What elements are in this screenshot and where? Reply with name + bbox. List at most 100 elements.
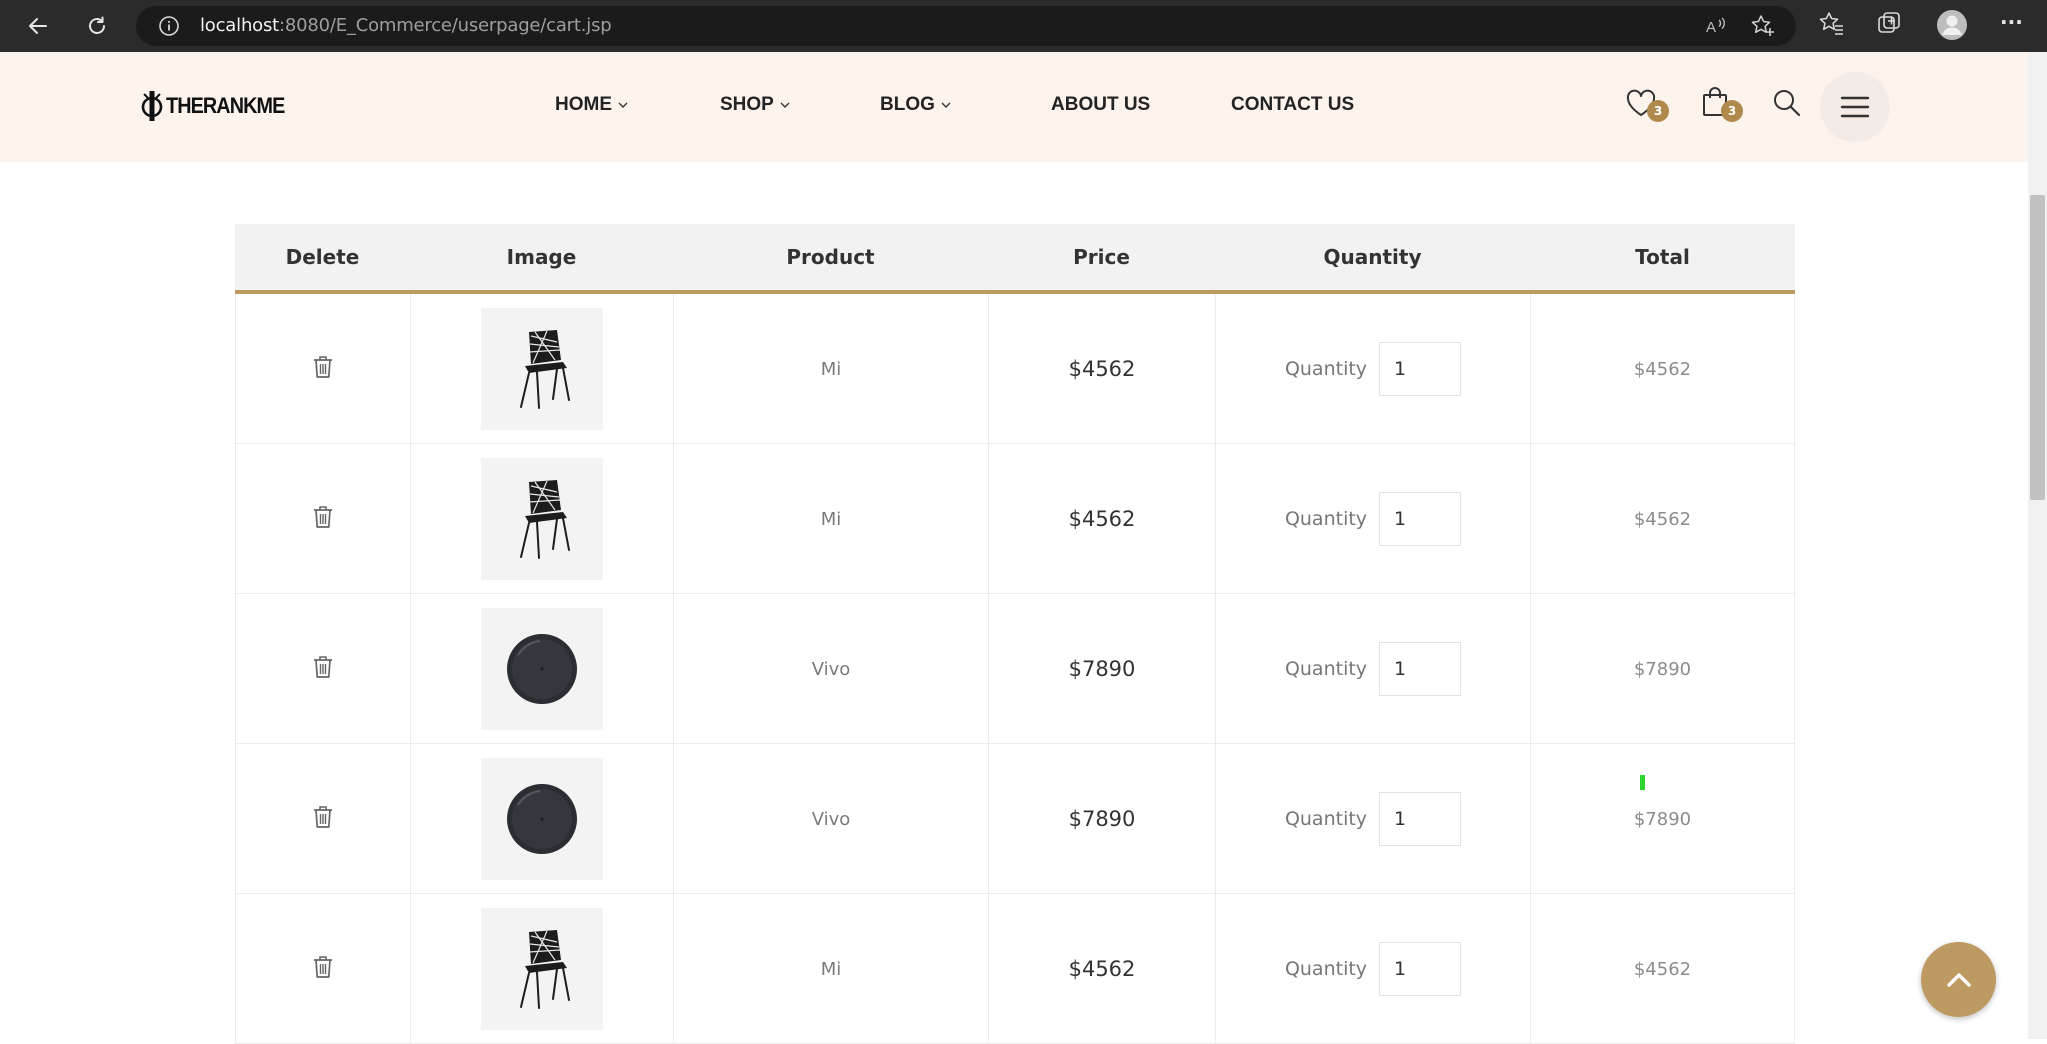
trash-icon[interactable] xyxy=(312,504,334,534)
delete-cell xyxy=(235,894,410,1044)
cart-button[interactable]: 3 xyxy=(1701,86,1743,122)
info-icon[interactable] xyxy=(158,15,180,41)
image-cell xyxy=(410,894,673,1044)
quantity-input[interactable] xyxy=(1379,342,1462,396)
nav-home[interactable]: HOME xyxy=(555,94,629,116)
product-cell: Mi xyxy=(673,294,988,444)
product-cell: Mi xyxy=(673,444,988,594)
table-row: Mi $4562 Quantity $4562 xyxy=(235,294,1795,444)
url-host: localhost xyxy=(200,15,279,36)
search-icon xyxy=(1774,90,1801,117)
unit-price: $4562 xyxy=(1068,507,1136,531)
wishlist-count-badge: 3 xyxy=(1647,100,1669,122)
logo[interactable]: THERANKME xyxy=(140,90,298,122)
product-image[interactable] xyxy=(481,908,603,1030)
trash-icon[interactable] xyxy=(312,354,334,384)
wishlist-button[interactable]: 3 xyxy=(1625,88,1669,122)
chevron-down-icon xyxy=(617,99,629,111)
chevron-down-icon xyxy=(779,99,791,111)
total-cell: $4562 xyxy=(1530,444,1795,594)
quantity-input[interactable] xyxy=(1379,942,1462,996)
browser-toolbar: localhost:8080/E_Commerce/userpage/cart.… xyxy=(0,0,2047,52)
quantity-input[interactable] xyxy=(1379,492,1462,546)
product-name[interactable]: Vivo xyxy=(812,809,851,830)
row-total: $4562 xyxy=(1633,958,1692,980)
unit-price: $7890 xyxy=(1068,657,1136,681)
quantity-label: Quantity xyxy=(1284,658,1368,680)
chair-image xyxy=(520,330,570,409)
nav-shop[interactable]: SHOP xyxy=(720,94,791,116)
nav-contact-us[interactable]: CONTACT US xyxy=(1231,94,1354,116)
favorites-icon[interactable] xyxy=(1818,10,1846,42)
delete-cell xyxy=(235,444,410,594)
quantity-label: Quantity xyxy=(1284,808,1368,830)
quantity-label: Quantity xyxy=(1284,958,1368,980)
product-name[interactable]: Mi xyxy=(821,359,842,380)
nav-contact-label: CONTACT US xyxy=(1231,94,1355,115)
more-menu-icon[interactable]: ··· xyxy=(2000,10,2023,34)
table-row: Mi $4562 Quantity $4562 xyxy=(235,444,1795,594)
logo-text: THERANKME xyxy=(166,93,285,118)
unit-price: $4562 xyxy=(1068,357,1136,381)
search-button[interactable] xyxy=(1772,88,1802,122)
table-row: Vivo $7890 Quantity $7890 xyxy=(235,594,1795,744)
add-favorite-icon[interactable] xyxy=(1750,14,1776,42)
nav-about-label: ABOUT US xyxy=(1051,94,1151,115)
scrollbar-thumb[interactable] xyxy=(2030,195,2045,500)
product-name[interactable]: Mi xyxy=(821,509,842,530)
collections-icon[interactable] xyxy=(1875,10,1903,42)
price-cell: $4562 xyxy=(988,294,1215,444)
column-header-delete: Delete xyxy=(285,245,360,269)
chair-image xyxy=(520,930,570,1009)
read-aloud-icon[interactable]: A xyxy=(1704,14,1728,42)
cart-rows: Mi $4562 Quantity $4562 Mi $4562 Quantit xyxy=(235,294,1795,1044)
row-total: $7890 xyxy=(1633,808,1692,830)
dish-image xyxy=(507,784,577,854)
row-total: $7890 xyxy=(1633,658,1692,680)
cart-count-badge: 3 xyxy=(1721,100,1743,122)
price-cell: $4562 xyxy=(988,444,1215,594)
reload-icon xyxy=(89,16,105,34)
quantity-cell: Quantity xyxy=(1215,744,1530,894)
trash-icon[interactable] xyxy=(312,954,334,984)
nav-about-us[interactable]: ABOUT US xyxy=(1051,94,1150,116)
nav-blog[interactable]: BLOG xyxy=(880,94,952,116)
column-header-product: Product xyxy=(786,245,875,269)
product-image[interactable] xyxy=(481,458,603,580)
image-cell xyxy=(410,744,673,894)
total-cell: $4562 xyxy=(1530,294,1795,444)
cart-table: Delete Image Product Price Quantity Tota… xyxy=(235,224,1795,1044)
trash-icon[interactable] xyxy=(312,804,334,834)
quantity-input[interactable] xyxy=(1379,642,1462,696)
trash-icon[interactable] xyxy=(312,654,334,684)
row-total: $4562 xyxy=(1633,508,1692,530)
price-cell: $7890 xyxy=(988,594,1215,744)
reload-button[interactable] xyxy=(79,8,115,44)
product-name[interactable]: Vivo xyxy=(812,659,851,680)
image-cell xyxy=(410,294,673,444)
total-cell: $4562 xyxy=(1530,894,1795,1044)
site-header: THERANKME HOME SHOP BLOG ABOUT US CONTAC… xyxy=(0,52,2028,162)
url-text[interactable]: localhost:8080/E_Commerce/userpage/cart.… xyxy=(200,15,612,36)
total-cell: $7890 xyxy=(1530,744,1795,894)
product-image[interactable] xyxy=(481,608,603,730)
column-header-image: Image xyxy=(506,245,577,269)
product-image[interactable] xyxy=(481,758,603,880)
back-to-top-button[interactable] xyxy=(1921,942,1996,1017)
delete-cell xyxy=(235,744,410,894)
column-header-price: Price xyxy=(1073,245,1130,269)
menu-toggle-button[interactable] xyxy=(1820,72,1890,142)
text-cursor xyxy=(1640,775,1645,790)
profile-avatar-icon[interactable] xyxy=(1935,8,1969,46)
product-cell: Vivo xyxy=(673,594,988,744)
address-bar[interactable]: localhost:8080/E_Commerce/userpage/cart.… xyxy=(136,6,1796,46)
quantity-input[interactable] xyxy=(1379,792,1462,846)
back-button[interactable] xyxy=(20,8,56,44)
svg-text:A: A xyxy=(1706,19,1716,36)
delete-cell xyxy=(235,294,410,444)
total-cell: $7890 xyxy=(1530,594,1795,744)
product-name[interactable]: Mi xyxy=(821,959,842,980)
nav-home-label: HOME xyxy=(555,94,612,115)
product-image[interactable] xyxy=(481,308,603,430)
product-cell: Vivo xyxy=(673,744,988,894)
